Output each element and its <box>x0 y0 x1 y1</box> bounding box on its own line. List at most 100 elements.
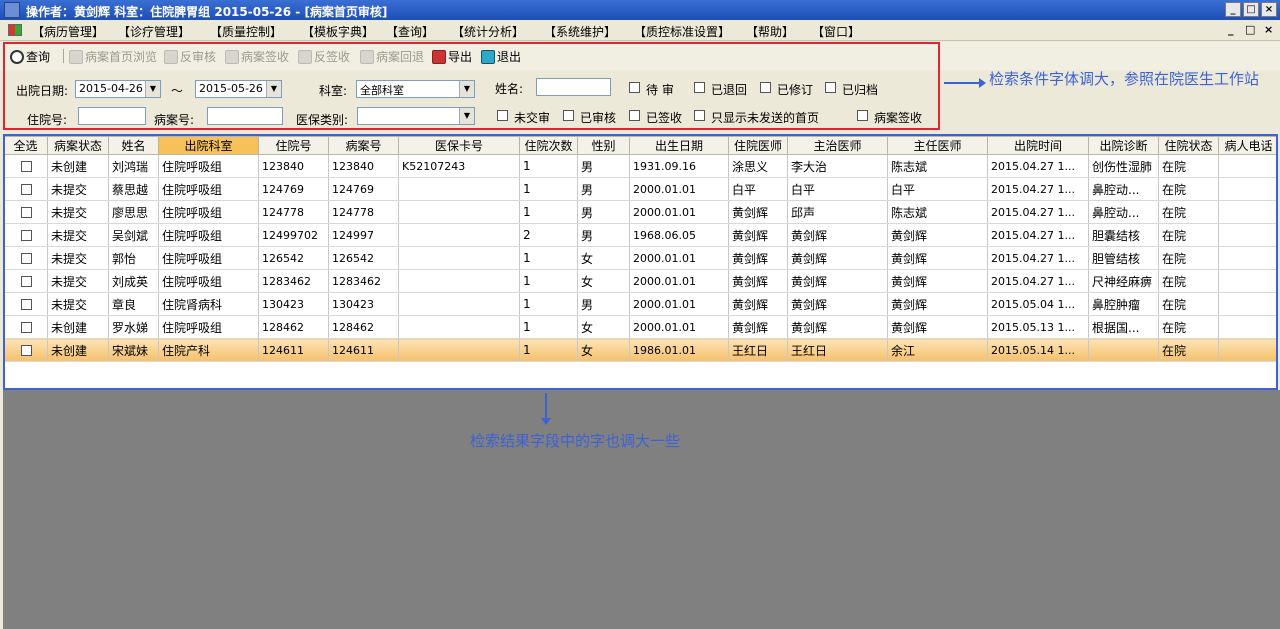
column-header[interactable]: 出院诊断 <box>1088 136 1159 155</box>
column-header[interactable]: 住院状态 <box>1158 136 1219 155</box>
table-cell[interactable]: 未创建 <box>47 338 109 362</box>
table-cell[interactable] <box>1218 338 1278 362</box>
column-header[interactable]: 病案号 <box>328 136 399 155</box>
table-row[interactable]: 未提交 蔡思越 住院呼吸组 124769 124769 1 男 2000.01.01 白平 白平白… <box>3 177 1278 201</box>
column-header[interactable]: 性别 <box>577 136 630 155</box>
table-cell[interactable] <box>398 269 520 293</box>
column-header[interactable]: 主治医师 <box>787 136 888 155</box>
table-cell[interactable]: 黄剑辉 <box>787 223 888 247</box>
table-row[interactable]: 未提交 廖思思 住院呼吸组 124778 124778 1 男 2000.01.01 黄剑辉 邱声… <box>3 200 1278 224</box>
table-row[interactable]: 未提交 章良 住院肾病科 130423 130423 1 男 2000.01.01 黄剑辉 黄剑辉… <box>3 292 1278 316</box>
table-cell[interactable]: 2015.04.27 1... <box>987 246 1089 270</box>
table-cell[interactable]: 黄剑辉 <box>887 223 988 247</box>
table-cell[interactable]: 白平 <box>887 177 988 201</box>
table-cell[interactable] <box>1088 338 1159 362</box>
table-cell[interactable]: 未提交 <box>47 292 109 316</box>
table-cell[interactable]: 罗水娣 <box>108 315 159 339</box>
column-header[interactable]: 病案状态 <box>47 136 109 155</box>
table-cell[interactable]: 郭怡 <box>108 246 159 270</box>
table-cell[interactable]: 124769 <box>258 177 329 201</box>
table-cell[interactable]: 在院 <box>1158 200 1219 224</box>
table-cell[interactable] <box>398 223 520 247</box>
table-cell[interactable]: 住院呼吸组 <box>158 200 259 224</box>
row-checkbox[interactable] <box>21 207 33 218</box>
table-cell[interactable]: 2015.04.27 1... <box>987 223 1089 247</box>
menu-qc-standards[interactable]: 【质控标准设置】 <box>634 23 730 40</box>
table-cell[interactable]: 住院产科 <box>158 338 259 362</box>
row-checkbox[interactable] <box>21 299 33 310</box>
table-cell[interactable]: 2 <box>519 223 578 247</box>
menu-help[interactable]: 【帮助】 <box>746 23 794 40</box>
table-cell[interactable]: 1 <box>519 338 578 362</box>
table-cell[interactable]: 在院 <box>1158 177 1219 201</box>
row-select-cell[interactable] <box>3 200 48 224</box>
table-cell[interactable]: 124769 <box>328 177 399 201</box>
table-cell[interactable]: 刘成英 <box>108 269 159 293</box>
table-cell[interactable]: 2000.01.01 <box>629 177 729 201</box>
table-cell[interactable]: 2015.04.27 1... <box>987 200 1089 224</box>
table-cell[interactable]: 12499702 <box>258 223 329 247</box>
column-header[interactable]: 病人电话 <box>1218 136 1278 155</box>
table-cell[interactable] <box>398 246 520 270</box>
table-cell[interactable]: 住院呼吸组 <box>158 223 259 247</box>
table-cell[interactable]: 住院肾病科 <box>158 292 259 316</box>
column-header[interactable]: 医保卡号 <box>398 136 520 155</box>
table-cell[interactable] <box>1218 154 1278 178</box>
row-select-cell[interactable] <box>3 223 48 247</box>
table-cell[interactable]: 未创建 <box>47 154 109 178</box>
table-cell[interactable]: 1 <box>519 246 578 270</box>
table-cell[interactable]: 128462 <box>258 315 329 339</box>
table-cell[interactable]: 鼻腔肿瘤 <box>1088 292 1159 316</box>
table-cell[interactable] <box>1218 177 1278 201</box>
menu-query[interactable]: 【查询】 <box>386 23 434 40</box>
row-select-cell[interactable] <box>3 315 48 339</box>
table-cell[interactable] <box>398 200 520 224</box>
column-header[interactable]: 出院时间 <box>987 136 1089 155</box>
table-cell[interactable]: 住院呼吸组 <box>158 246 259 270</box>
table-cell[interactable]: 王红日 <box>728 338 788 362</box>
table-cell[interactable]: 住院呼吸组 <box>158 315 259 339</box>
table-cell[interactable] <box>1218 200 1278 224</box>
table-cell[interactable]: 男 <box>577 200 630 224</box>
table-row[interactable]: 未创建 刘鸿瑞 住院呼吸组 123840 123840 K52107243 1 男 1931.0… <box>3 154 1278 178</box>
menu-window[interactable]: 【窗口】 <box>812 23 860 40</box>
table-cell[interactable]: 创伤性湿肺 <box>1088 154 1159 178</box>
row-checkbox[interactable] <box>21 322 33 333</box>
table-row[interactable]: 未创建 罗水娣 住院呼吸组 128462 128462 1 女 2000.01.01 黄剑辉 黄剑… <box>3 315 1278 339</box>
table-cell[interactable]: 男 <box>577 177 630 201</box>
table-cell[interactable]: 在院 <box>1158 292 1219 316</box>
row-checkbox[interactable] <box>21 253 33 264</box>
table-cell[interactable] <box>1218 315 1278 339</box>
table-cell[interactable]: 住院呼吸组 <box>158 177 259 201</box>
table-cell[interactable]: 2000.01.01 <box>629 315 729 339</box>
table-cell[interactable]: 1 <box>519 292 578 316</box>
column-header[interactable]: 全选 <box>3 136 48 155</box>
table-cell[interactable]: 1968.06.05 <box>629 223 729 247</box>
menu-diagnosis[interactable]: 【诊疗管理】 <box>118 23 190 40</box>
table-cell[interactable]: 黄剑辉 <box>728 269 788 293</box>
table-cell[interactable]: 未提交 <box>47 246 109 270</box>
app-menu-icon[interactable] <box>8 24 22 36</box>
table-cell[interactable]: 涂思义 <box>728 154 788 178</box>
table-cell[interactable]: 鼻腔动... <box>1088 200 1159 224</box>
mdi-minimize-button[interactable]: _ <box>1228 23 1234 36</box>
table-cell[interactable]: 2000.01.01 <box>629 246 729 270</box>
table-cell[interactable]: 胆管结核 <box>1088 246 1159 270</box>
table-cell[interactable]: 女 <box>577 246 630 270</box>
table-cell[interactable]: 黄剑辉 <box>787 292 888 316</box>
table-cell[interactable]: 李大治 <box>787 154 888 178</box>
table-cell[interactable]: 女 <box>577 338 630 362</box>
table-cell[interactable]: 廖思思 <box>108 200 159 224</box>
table-cell[interactable]: 刘鸿瑞 <box>108 154 159 178</box>
table-cell[interactable]: 住院呼吸组 <box>158 269 259 293</box>
row-checkbox[interactable] <box>21 345 33 356</box>
table-cell[interactable] <box>1218 223 1278 247</box>
row-checkbox[interactable] <box>21 276 33 287</box>
table-cell[interactable] <box>1218 269 1278 293</box>
table-cell[interactable]: 陈志斌 <box>887 154 988 178</box>
table-cell[interactable]: 住院呼吸组 <box>158 154 259 178</box>
table-cell[interactable]: 未提交 <box>47 269 109 293</box>
menu-quality-control[interactable]: 【质量控制】 <box>210 23 282 40</box>
table-cell[interactable]: 王红日 <box>787 338 888 362</box>
table-cell[interactable]: 吴剑斌 <box>108 223 159 247</box>
